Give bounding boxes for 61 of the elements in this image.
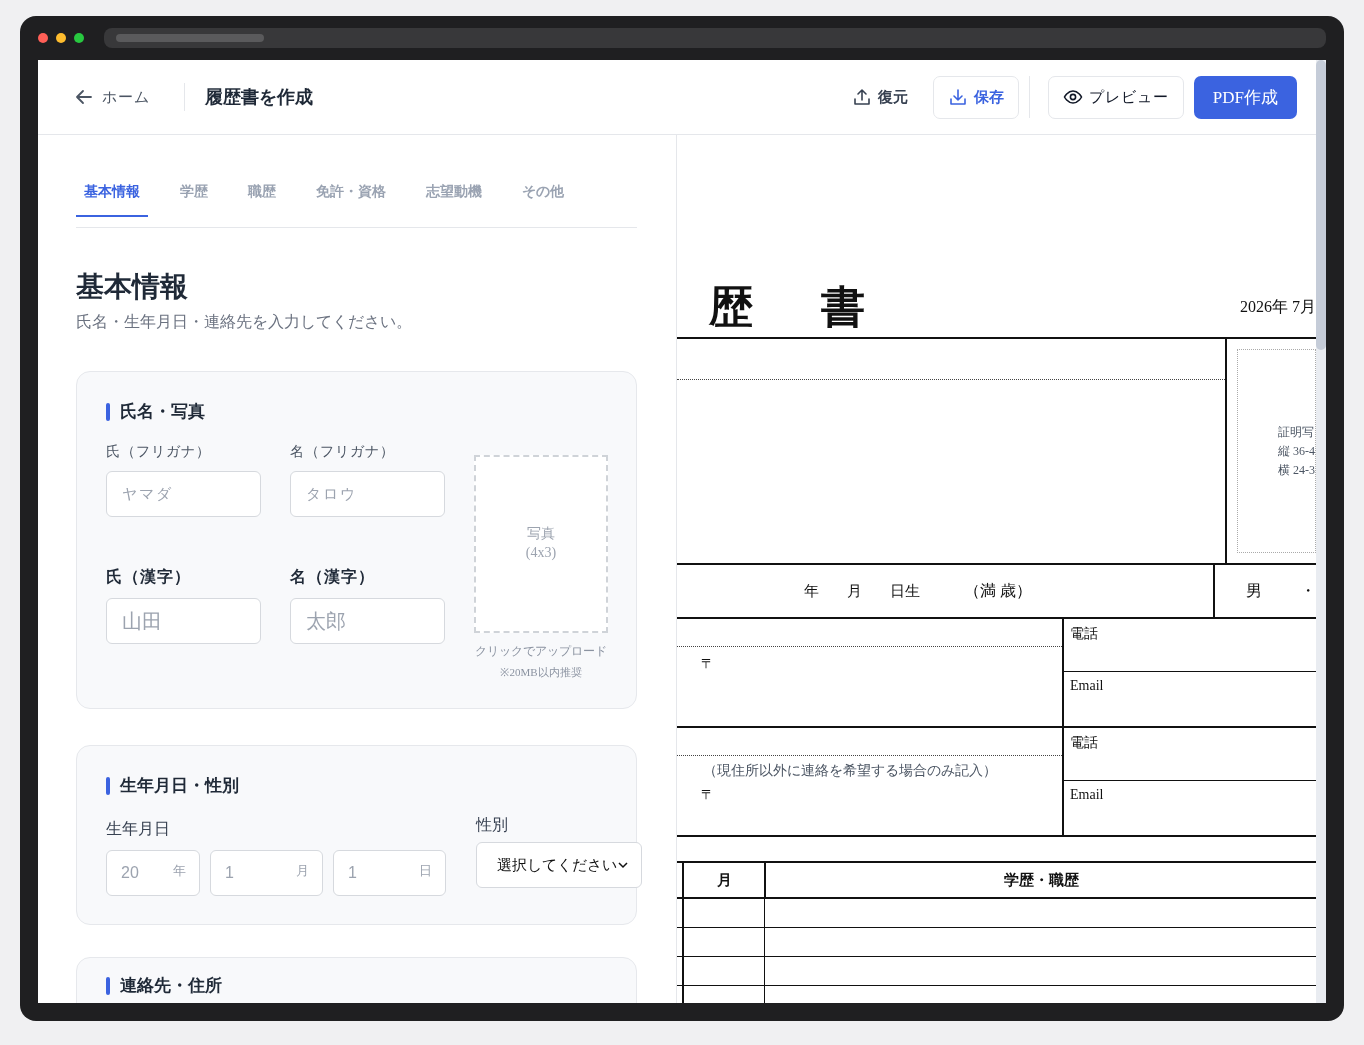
input-field[interactable]: タロウ [290,471,445,517]
input-field[interactable]: ヤマダ [106,471,261,517]
photo-upload-area[interactable]: 写真 (4x3) [474,455,608,633]
close-dot[interactable] [38,33,48,43]
postal-mark: 〒 [700,786,715,804]
input-field[interactable]: 山田 [106,598,261,644]
gender-label: ・ [1300,580,1316,601]
save-button[interactable]: 保存 [932,75,1019,119]
phone-label: 電話 [1070,626,1098,641]
section-title: 基本情報 [76,270,189,304]
address-note: （現住所以外に連絡を希望する場合のみ記入） [702,762,998,780]
download-icon [947,87,968,107]
field-label: 氏（漢字） [106,567,192,587]
email-label: Email [1070,678,1104,693]
photo-instruction: 縦 36-4 [1278,442,1315,460]
email-label: Email [1070,787,1104,802]
accent-bar [106,402,110,421]
eye-icon [1062,87,1083,107]
birth-date-label: （満 歳） [964,580,1032,601]
field-label: 名（漢字） [290,567,376,587]
gender-label: 男 [1246,580,1262,601]
home-link[interactable]: ホーム [74,87,150,107]
birth-date-label: 月 [847,581,862,601]
column-header: 学歴・職歴 [1003,870,1079,890]
tab[interactable]: 基本情報 [76,169,148,217]
gender-select[interactable]: 選択してください [476,842,642,888]
page-title: 履歴書を作成 [205,86,313,109]
pdf-button[interactable]: PDF作成 [1193,75,1297,119]
accent-bar [106,976,110,995]
accent-bar [106,776,110,795]
upload-icon [851,87,872,107]
tab[interactable]: 職歴 [240,169,284,217]
preview-button[interactable]: プレビュー [1047,75,1184,119]
column-header: 月 [716,870,732,890]
card-title: 生年月日・性別 [120,775,239,797]
birth-date-label: 日生 [890,581,920,601]
photo-instruction: 証明写 [1278,423,1315,441]
date-unit: 年 [173,862,186,880]
field-label: 性別 [476,815,509,835]
phone-label: 電話 [1070,735,1098,750]
date-unit: 日 [419,862,432,880]
scrollbar-thumb[interactable] [1316,60,1326,350]
upload-hint: クリックでアップロード [475,643,607,660]
card-title: 連絡先・住所 [120,975,222,997]
photo-instruction: 横 24-3 [1278,461,1315,479]
input-field[interactable]: 太郎 [290,598,445,644]
field-label: 生年月日 [106,819,171,839]
size-note: ※20MB以内推奨 [500,665,582,680]
minimize-dot[interactable] [56,33,66,43]
back-arrow-icon [74,87,94,107]
birth-date-label: 年 [804,581,819,601]
section-description: 氏名・生年月日・連絡先を入力してください。 [76,312,413,332]
maximize-dot[interactable] [74,33,84,43]
resume-title: 歴 書 [709,285,877,330]
card-title: 氏名・写真 [120,401,205,423]
date-unit: 月 [296,862,309,880]
field-label: 氏（フリガナ） [106,443,212,461]
field-label: 名（フリガナ） [290,443,396,461]
chevron-down-icon [617,859,629,871]
resume-date: 2026年 7月 [1240,297,1316,317]
postal-mark: 〒 [700,655,715,673]
